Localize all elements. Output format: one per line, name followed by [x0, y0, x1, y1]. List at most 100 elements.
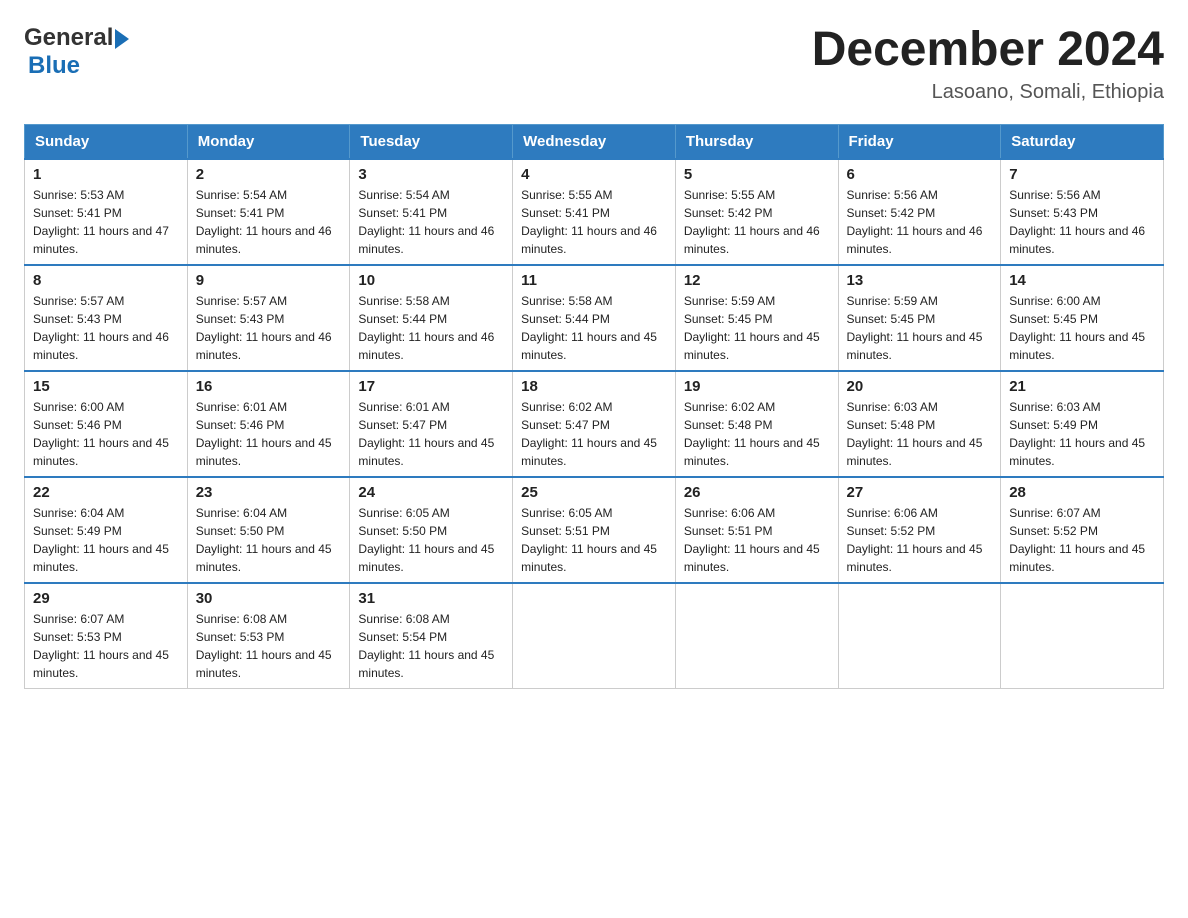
- day-number: 12: [684, 272, 830, 289]
- calendar-cell: 8 Sunrise: 5:57 AM Sunset: 5:43 PM Dayli…: [25, 265, 188, 371]
- month-title: December 2024: [812, 24, 1164, 77]
- calendar-cell: 1 Sunrise: 5:53 AM Sunset: 5:41 PM Dayli…: [25, 159, 188, 265]
- logo-blue-text: Blue: [28, 52, 80, 79]
- calendar-cell: 11 Sunrise: 5:58 AM Sunset: 5:44 PM Dayl…: [513, 265, 676, 371]
- calendar-cell: 17 Sunrise: 6:01 AM Sunset: 5:47 PM Dayl…: [350, 371, 513, 477]
- calendar-cell: 26 Sunrise: 6:06 AM Sunset: 5:51 PM Dayl…: [675, 477, 838, 583]
- day-number: 26: [684, 484, 830, 501]
- calendar-cell: 19 Sunrise: 6:02 AM Sunset: 5:48 PM Dayl…: [675, 371, 838, 477]
- calendar-cell: 14 Sunrise: 6:00 AM Sunset: 5:45 PM Dayl…: [1001, 265, 1164, 371]
- calendar-table: SundayMondayTuesdayWednesdayThursdayFrid…: [24, 124, 1164, 689]
- day-number: 9: [196, 272, 342, 289]
- day-number: 16: [196, 378, 342, 395]
- logo-general-text: General: [24, 24, 113, 52]
- day-info: Sunrise: 6:05 AM Sunset: 5:50 PM Dayligh…: [358, 504, 504, 576]
- day-number: 30: [196, 590, 342, 607]
- day-info: Sunrise: 6:03 AM Sunset: 5:49 PM Dayligh…: [1009, 398, 1155, 470]
- calendar-cell: 24 Sunrise: 6:05 AM Sunset: 5:50 PM Dayl…: [350, 477, 513, 583]
- calendar-cell: 31 Sunrise: 6:08 AM Sunset: 5:54 PM Dayl…: [350, 583, 513, 689]
- title-area: December 2024 Lasoano, Somali, Ethiopia: [812, 24, 1164, 104]
- weekday-header-friday: Friday: [838, 124, 1001, 159]
- calendar-cell: 29 Sunrise: 6:07 AM Sunset: 5:53 PM Dayl…: [25, 583, 188, 689]
- calendar-cell: 18 Sunrise: 6:02 AM Sunset: 5:47 PM Dayl…: [513, 371, 676, 477]
- calendar-cell: 6 Sunrise: 5:56 AM Sunset: 5:42 PM Dayli…: [838, 159, 1001, 265]
- day-number: 7: [1009, 166, 1155, 183]
- day-number: 13: [847, 272, 993, 289]
- day-info: Sunrise: 5:57 AM Sunset: 5:43 PM Dayligh…: [196, 292, 342, 364]
- day-info: Sunrise: 5:56 AM Sunset: 5:42 PM Dayligh…: [847, 186, 993, 258]
- day-number: 10: [358, 272, 504, 289]
- day-number: 27: [847, 484, 993, 501]
- day-info: Sunrise: 6:00 AM Sunset: 5:46 PM Dayligh…: [33, 398, 179, 470]
- calendar-cell: [1001, 583, 1164, 689]
- day-info: Sunrise: 5:55 AM Sunset: 5:41 PM Dayligh…: [521, 186, 667, 258]
- day-number: 4: [521, 166, 667, 183]
- calendar-cell: 20 Sunrise: 6:03 AM Sunset: 5:48 PM Dayl…: [838, 371, 1001, 477]
- day-number: 8: [33, 272, 179, 289]
- day-info: Sunrise: 6:08 AM Sunset: 5:54 PM Dayligh…: [358, 610, 504, 682]
- day-info: Sunrise: 5:58 AM Sunset: 5:44 PM Dayligh…: [521, 292, 667, 364]
- calendar-cell: 23 Sunrise: 6:04 AM Sunset: 5:50 PM Dayl…: [187, 477, 350, 583]
- day-number: 2: [196, 166, 342, 183]
- day-info: Sunrise: 6:07 AM Sunset: 5:52 PM Dayligh…: [1009, 504, 1155, 576]
- day-info: Sunrise: 6:00 AM Sunset: 5:45 PM Dayligh…: [1009, 292, 1155, 364]
- calendar-cell: 4 Sunrise: 5:55 AM Sunset: 5:41 PM Dayli…: [513, 159, 676, 265]
- calendar-cell: [675, 583, 838, 689]
- day-number: 3: [358, 166, 504, 183]
- calendar-cell: 12 Sunrise: 5:59 AM Sunset: 5:45 PM Dayl…: [675, 265, 838, 371]
- day-number: 23: [196, 484, 342, 501]
- day-info: Sunrise: 5:53 AM Sunset: 5:41 PM Dayligh…: [33, 186, 179, 258]
- calendar-cell: 10 Sunrise: 5:58 AM Sunset: 5:44 PM Dayl…: [350, 265, 513, 371]
- calendar-cell: 5 Sunrise: 5:55 AM Sunset: 5:42 PM Dayli…: [675, 159, 838, 265]
- day-number: 1: [33, 166, 179, 183]
- weekday-header-monday: Monday: [187, 124, 350, 159]
- day-number: 22: [33, 484, 179, 501]
- calendar-cell: 22 Sunrise: 6:04 AM Sunset: 5:49 PM Dayl…: [25, 477, 188, 583]
- day-number: 29: [33, 590, 179, 607]
- day-number: 24: [358, 484, 504, 501]
- day-info: Sunrise: 5:59 AM Sunset: 5:45 PM Dayligh…: [847, 292, 993, 364]
- day-number: 18: [521, 378, 667, 395]
- day-number: 17: [358, 378, 504, 395]
- calendar-cell: 7 Sunrise: 5:56 AM Sunset: 5:43 PM Dayli…: [1001, 159, 1164, 265]
- day-number: 15: [33, 378, 179, 395]
- day-info: Sunrise: 6:01 AM Sunset: 5:46 PM Dayligh…: [196, 398, 342, 470]
- calendar-cell: 25 Sunrise: 6:05 AM Sunset: 5:51 PM Dayl…: [513, 477, 676, 583]
- day-info: Sunrise: 5:57 AM Sunset: 5:43 PM Dayligh…: [33, 292, 179, 364]
- day-info: Sunrise: 5:54 AM Sunset: 5:41 PM Dayligh…: [196, 186, 342, 258]
- weekday-header-sunday: Sunday: [25, 124, 188, 159]
- day-info: Sunrise: 5:55 AM Sunset: 5:42 PM Dayligh…: [684, 186, 830, 258]
- day-info: Sunrise: 6:02 AM Sunset: 5:47 PM Dayligh…: [521, 398, 667, 470]
- calendar-cell: 13 Sunrise: 5:59 AM Sunset: 5:45 PM Dayl…: [838, 265, 1001, 371]
- calendar-cell: [513, 583, 676, 689]
- day-info: Sunrise: 6:04 AM Sunset: 5:49 PM Dayligh…: [33, 504, 179, 576]
- day-info: Sunrise: 6:06 AM Sunset: 5:51 PM Dayligh…: [684, 504, 830, 576]
- weekday-header-thursday: Thursday: [675, 124, 838, 159]
- logo: General Blue: [24, 24, 129, 80]
- day-info: Sunrise: 5:54 AM Sunset: 5:41 PM Dayligh…: [358, 186, 504, 258]
- day-number: 14: [1009, 272, 1155, 289]
- calendar-cell: 16 Sunrise: 6:01 AM Sunset: 5:46 PM Dayl…: [187, 371, 350, 477]
- day-number: 20: [847, 378, 993, 395]
- weekday-header-saturday: Saturday: [1001, 124, 1164, 159]
- day-number: 19: [684, 378, 830, 395]
- day-number: 5: [684, 166, 830, 183]
- day-info: Sunrise: 5:59 AM Sunset: 5:45 PM Dayligh…: [684, 292, 830, 364]
- weekday-header-tuesday: Tuesday: [350, 124, 513, 159]
- day-info: Sunrise: 6:06 AM Sunset: 5:52 PM Dayligh…: [847, 504, 993, 576]
- day-info: Sunrise: 6:08 AM Sunset: 5:53 PM Dayligh…: [196, 610, 342, 682]
- day-info: Sunrise: 6:04 AM Sunset: 5:50 PM Dayligh…: [196, 504, 342, 576]
- day-number: 28: [1009, 484, 1155, 501]
- calendar-cell: 28 Sunrise: 6:07 AM Sunset: 5:52 PM Dayl…: [1001, 477, 1164, 583]
- calendar-cell: 30 Sunrise: 6:08 AM Sunset: 5:53 PM Dayl…: [187, 583, 350, 689]
- location-subtitle: Lasoano, Somali, Ethiopia: [812, 81, 1164, 104]
- day-info: Sunrise: 6:05 AM Sunset: 5:51 PM Dayligh…: [521, 504, 667, 576]
- calendar-cell: 27 Sunrise: 6:06 AM Sunset: 5:52 PM Dayl…: [838, 477, 1001, 583]
- calendar-cell: 3 Sunrise: 5:54 AM Sunset: 5:41 PM Dayli…: [350, 159, 513, 265]
- day-number: 6: [847, 166, 993, 183]
- day-info: Sunrise: 5:58 AM Sunset: 5:44 PM Dayligh…: [358, 292, 504, 364]
- day-info: Sunrise: 6:03 AM Sunset: 5:48 PM Dayligh…: [847, 398, 993, 470]
- calendar-cell: 2 Sunrise: 5:54 AM Sunset: 5:41 PM Dayli…: [187, 159, 350, 265]
- calendar-cell: 9 Sunrise: 5:57 AM Sunset: 5:43 PM Dayli…: [187, 265, 350, 371]
- day-number: 21: [1009, 378, 1155, 395]
